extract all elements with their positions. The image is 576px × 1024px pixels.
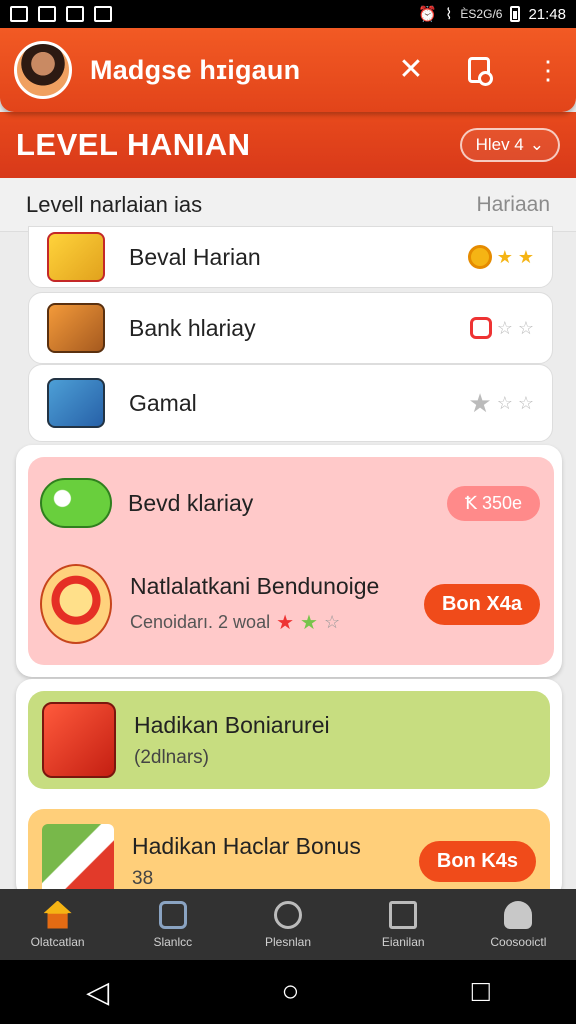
star-outline-icon: ☆	[496, 392, 513, 413]
system-navigation: ◁ ○ □	[0, 960, 576, 1024]
bonus-panel: Hadikan Boniarurei (2dlnars) Hadikan Hac…	[16, 679, 562, 899]
star-icon: ★	[468, 387, 492, 418]
star-icon: ★	[276, 612, 295, 634]
bonus-button[interactable]: Bon X4a	[423, 583, 540, 625]
list-item-label: Bank hlariay	[129, 314, 256, 341]
backpack-icon	[47, 378, 105, 428]
app-screen: ⏰ ⌇ ÈS2G/6 21:48 Madgse hɪigaun ✕ ⋮ LEVE…	[0, 0, 576, 1024]
nav-label: Eianilan	[381, 934, 425, 949]
rating: ★ ★	[467, 245, 534, 269]
app-header: Madgse hɪigaun ✕ ⋮	[0, 28, 576, 112]
ticket-icon	[158, 900, 187, 929]
points-pill[interactable]: Ꝁ 350e	[447, 485, 540, 521]
star-outline-icon: ☆	[496, 317, 513, 338]
character-icon	[40, 564, 112, 644]
nav-item-home[interactable]: Olatcatlan	[0, 889, 115, 960]
highlight-row-bottom: Natlalatkani Bendunoige Cenoidarı. 2 woa…	[40, 555, 540, 653]
highlight-meta-text: Cenoidarı. 2 woal	[130, 612, 271, 632]
highlight-row-top: Bevd klariay Ꝁ 350e	[40, 475, 540, 531]
star-outline-icon: ☆	[323, 612, 341, 632]
document-icon[interactable]	[468, 57, 493, 86]
status-time: 21:48	[528, 5, 566, 23]
battery-icon	[510, 6, 521, 22]
level-select-label: Hlev 4	[475, 135, 524, 154]
status-left-icons	[10, 6, 112, 22]
orange-title: Hadikan Haclar Bonus	[132, 832, 361, 859]
highlight-card[interactable]: Bevd klariay Ꝁ 350e Natlalatkani Benduno…	[28, 457, 554, 665]
nav-label: Olatcatlan	[30, 934, 85, 949]
gift-basket-icon	[42, 702, 116, 778]
photo-icon	[66, 6, 84, 22]
orange-text: Hadikan Haclar Bonus 38	[132, 833, 361, 890]
green-subtitle: (2dlnars)	[134, 746, 209, 768]
alarm-icon: ⏰	[418, 6, 438, 23]
highlight-title: Bevd klariay	[128, 489, 254, 516]
nav-item-ticket[interactable]: Slanlcc	[115, 889, 230, 960]
orange-subtitle: 38	[132, 867, 154, 889]
gift-box-icon	[47, 232, 105, 282]
level-select[interactable]: Hlev 4 ⌄	[459, 128, 560, 162]
safe-icon	[47, 303, 105, 353]
wifi-icon: ⌇	[445, 6, 453, 23]
chevron-down-icon: ⌄	[529, 135, 544, 154]
back-icon[interactable]: ◁	[86, 975, 109, 1010]
nav-label: Slanlcc	[153, 934, 193, 949]
user-icon	[504, 900, 533, 929]
level-title: LEVEL HANIAN	[16, 127, 251, 162]
nav-label: Plesnlan	[264, 934, 312, 949]
subheader-left: Levell narlaian ias	[26, 191, 203, 217]
rating: ★ ☆ ☆	[468, 388, 534, 419]
close-icon[interactable]: ✕	[396, 55, 426, 85]
bottom-nav: Olatcatlan Slanlcc Plesnlan Eianilan Coo…	[0, 889, 576, 960]
list-item-label: Beval Harian	[129, 243, 261, 270]
level-header: LEVEL HANIAN Hlev 4 ⌄	[0, 112, 576, 178]
bonus-card-green[interactable]: Hadikan Boniarurei (2dlnars)	[28, 691, 550, 789]
rating: ☆ ☆	[469, 317, 534, 339]
home-circle-icon[interactable]: ○	[281, 975, 299, 1009]
status-small-text: ÈS2G/6	[460, 7, 503, 21]
list-item[interactable]: Beval Harian ★ ★	[28, 226, 553, 288]
home-icon	[43, 900, 72, 929]
highlight-subtitle: Natlalatkani Bendunoige	[130, 573, 380, 599]
gallery-icon	[10, 6, 28, 22]
image-icon	[38, 6, 56, 22]
compass-icon	[274, 900, 302, 929]
nav-label: Coosooictl	[490, 934, 547, 949]
bonus-card-orange[interactable]: Hadikan Haclar Bonus 38 Bon K4s	[28, 809, 550, 899]
app-title: Madgse hɪigaun	[90, 54, 301, 85]
star-icon: ★	[517, 246, 534, 267]
recents-icon[interactable]: □	[472, 975, 490, 1009]
badge-icon	[469, 317, 492, 339]
star-outline-icon: ☆	[517, 392, 534, 413]
star-icon: ★	[496, 246, 513, 267]
status-right: ⏰ ⌇ ÈS2G/6 21:48	[418, 5, 566, 24]
nav-item-profile[interactable]: Coosooictl	[461, 889, 576, 960]
list-item-label: Gamal	[129, 389, 197, 416]
nav-item-list[interactable]: Eianilan	[346, 889, 461, 960]
header-actions: ✕ ⋮	[396, 55, 562, 86]
avatar[interactable]	[14, 41, 72, 99]
status-bar: ⏰ ⌇ ÈS2G/6 21:48	[0, 0, 576, 28]
green-text: Hadikan Boniarurei (2dlnars)	[134, 712, 330, 769]
orange-bonus-button[interactable]: Bon K4s	[418, 840, 536, 882]
list-item[interactable]: Gamal ★ ☆ ☆	[28, 364, 553, 442]
highlight-panel: Bevd klariay Ꝁ 350e Natlalatkani Benduno…	[16, 445, 562, 677]
more-options-icon[interactable]: ⋮	[532, 57, 562, 83]
subheader-right[interactable]: Hariaan	[476, 193, 550, 217]
highlight-meta: Cenoidarı. 2 woal ★ ★ ☆	[130, 610, 379, 635]
camera-icon	[94, 6, 112, 22]
star-outline-icon: ☆	[517, 317, 534, 338]
frog-icon	[40, 478, 112, 528]
star-icon: ★	[300, 612, 318, 634]
list-icon	[389, 900, 418, 929]
medal-icon	[467, 245, 492, 269]
subheader: Levell narlaian ias Hariaan	[0, 178, 576, 232]
list-item[interactable]: Bank hlariay ☆ ☆	[28, 292, 553, 364]
green-title: Hadikan Boniarurei	[134, 711, 330, 738]
nav-item-explore[interactable]: Plesnlan	[230, 889, 345, 960]
promo-photo	[42, 824, 114, 898]
highlight-text: Natlalatkani Bendunoige Cenoidarı. 2 woa…	[130, 573, 379, 635]
